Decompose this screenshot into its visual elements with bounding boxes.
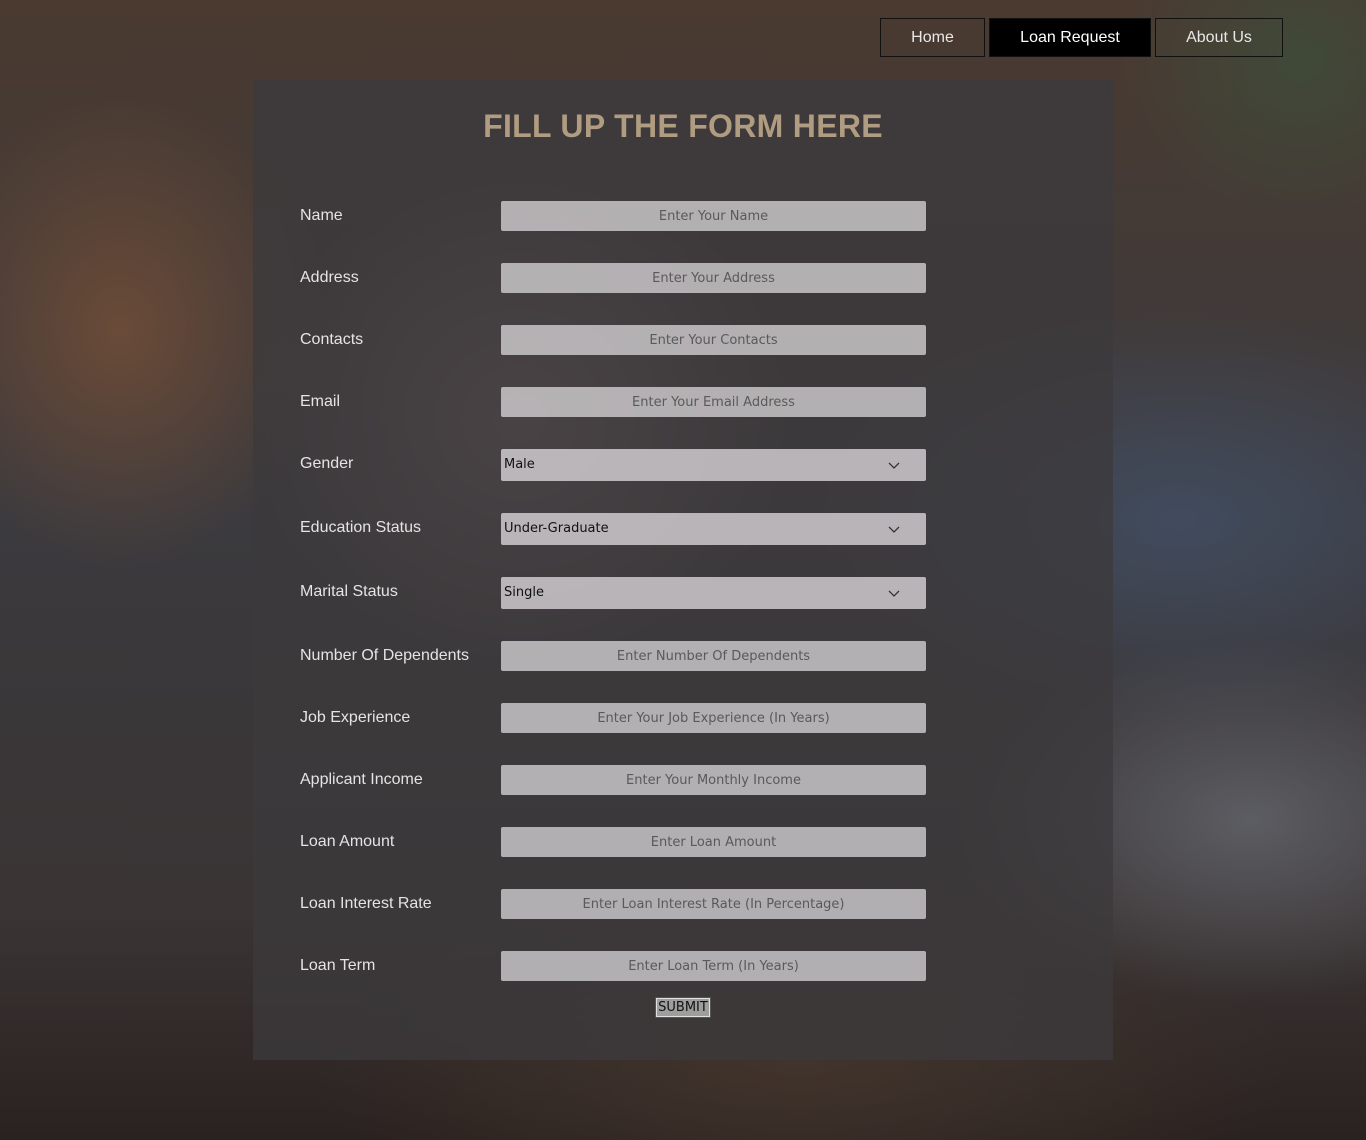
marital-selected-value: Single (504, 585, 544, 600)
dependents-label: Number Of Dependents (300, 647, 469, 664)
marital-select[interactable]: Single (501, 577, 926, 609)
name-label: Name (300, 207, 343, 224)
education-label: Education Status (300, 519, 421, 536)
address-input[interactable] (501, 263, 926, 293)
loan-term-label: Loan Term (300, 957, 376, 974)
nav-about-us-button[interactable]: About Us (1155, 18, 1283, 57)
page-title: FILL UP THE FORM HERE (483, 108, 883, 144)
gender-label: Gender (300, 455, 354, 472)
experience-row: Job Experience (300, 703, 926, 733)
submit-button[interactable]: SUBMIT (655, 997, 711, 1018)
chevron-down-icon (888, 462, 900, 469)
interest-rate-label: Loan Interest Rate (300, 895, 432, 912)
dependents-row: Number Of Dependents (300, 641, 926, 671)
income-row: Applicant Income (300, 765, 926, 795)
loan-term-input[interactable] (501, 951, 926, 981)
education-select[interactable]: Under-Graduate (501, 513, 926, 545)
marital-label: Marital Status (300, 583, 398, 600)
name-input[interactable] (501, 201, 926, 231)
experience-label: Job Experience (300, 709, 411, 726)
contacts-label: Contacts (300, 331, 364, 348)
chevron-down-icon (888, 590, 900, 597)
dependents-input[interactable] (501, 641, 926, 671)
interest-rate-row: Loan Interest Rate (300, 889, 926, 919)
experience-input[interactable] (501, 703, 926, 733)
nav-home-button[interactable]: Home (880, 18, 985, 57)
email-label: Email (300, 393, 341, 410)
top-nav: Home Loan Request About Us (880, 18, 1283, 57)
education-row: Education Status Under-Graduate (300, 513, 926, 545)
address-label: Address (300, 269, 359, 286)
loan-term-row: Loan Term (300, 951, 926, 981)
income-label: Applicant Income (300, 771, 423, 788)
gender-selected-value: Male (504, 457, 535, 472)
loan-amount-input[interactable] (501, 827, 926, 857)
income-input[interactable] (501, 765, 926, 795)
interest-rate-input[interactable] (501, 889, 926, 919)
name-row: Name (300, 201, 926, 231)
loan-amount-label: Loan Amount (300, 833, 395, 850)
nav-loan-request-button[interactable]: Loan Request (989, 18, 1151, 57)
contacts-input[interactable] (501, 325, 926, 355)
gender-row: Gender Male (300, 449, 926, 481)
education-selected-value: Under-Graduate (504, 521, 609, 536)
gender-select[interactable]: Male (501, 449, 926, 481)
marital-row: Marital Status Single (300, 577, 926, 609)
email-row: Email (300, 387, 926, 417)
contacts-row: Contacts (300, 325, 926, 355)
chevron-down-icon (888, 526, 900, 533)
loan-amount-row: Loan Amount (300, 827, 926, 857)
address-row: Address (300, 263, 926, 293)
email-input[interactable] (501, 387, 926, 417)
